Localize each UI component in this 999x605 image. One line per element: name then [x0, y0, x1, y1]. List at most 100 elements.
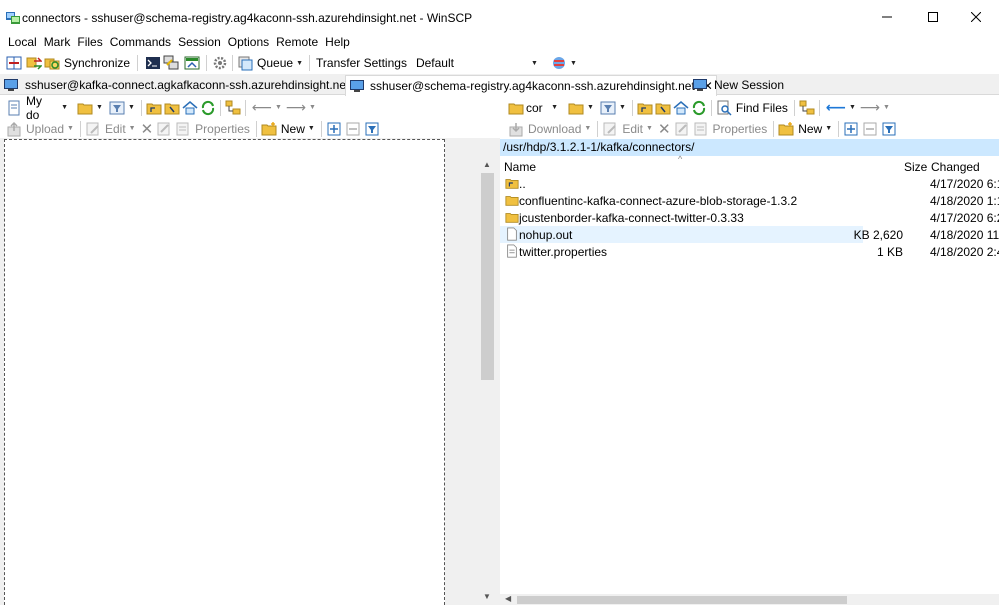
- edit-dropdown-caret[interactable]: ▼: [129, 125, 136, 132]
- putty-icon[interactable]: [163, 55, 179, 71]
- table-row[interactable]: jcustenborder-kafka-connect-twitter-0.3.…: [500, 209, 999, 226]
- edit-button[interactable]: Edit: [622, 122, 643, 136]
- filter-dropdown-caret[interactable]: ▼: [619, 104, 626, 111]
- table-row[interactable]: nohup.out: [500, 226, 863, 243]
- column-header-name[interactable]: Name: [504, 160, 536, 174]
- left-location-select[interactable]: My do ▼: [24, 94, 70, 122]
- tab-schema-registry-session[interactable]: sshuser@schema-registry.ag4kaconn-ssh.az…: [345, 75, 717, 96]
- back-arrow-icon[interactable]: ⟵: [252, 99, 272, 116]
- maximize-button[interactable]: [910, 0, 956, 34]
- edit-icon[interactable]: [602, 121, 618, 137]
- filter-icon[interactable]: [109, 100, 125, 116]
- new-button[interactable]: New: [798, 122, 822, 136]
- transfer-options-dropdown-caret[interactable]: ▼: [570, 60, 577, 67]
- edit-icon[interactable]: [85, 121, 101, 137]
- open-folder-icon[interactable]: [77, 100, 93, 116]
- download-button[interactable]: Download: [528, 122, 581, 136]
- tree-view-icon[interactable]: [225, 100, 241, 116]
- tree-view-icon[interactable]: [799, 100, 815, 116]
- forward-dropdown-caret[interactable]: ▼: [883, 104, 890, 111]
- new-folder-icon[interactable]: [778, 121, 794, 137]
- remote-scrollbar-thumb[interactable]: [517, 596, 847, 604]
- edit-button[interactable]: Edit: [105, 122, 126, 136]
- column-header-changed[interactable]: Changed: [931, 160, 980, 174]
- menu-local[interactable]: Local: [8, 35, 37, 49]
- back-arrow-icon[interactable]: ⟵: [826, 99, 846, 116]
- menu-commands[interactable]: Commands: [110, 35, 171, 49]
- scroll-up-icon[interactable]: ▲: [483, 160, 491, 169]
- filter-selection-icon[interactable]: [364, 121, 380, 137]
- refresh-icon[interactable]: [200, 100, 216, 116]
- compare-directories-icon[interactable]: [6, 55, 22, 71]
- preferences-gear-icon[interactable]: [212, 55, 228, 71]
- queue-dropdown-caret[interactable]: ▼: [296, 60, 303, 67]
- minimize-button[interactable]: [864, 0, 910, 34]
- column-header-size[interactable]: Size: [904, 160, 927, 174]
- right-location-select[interactable]: cor ▼: [524, 98, 560, 117]
- properties-icon[interactable]: [693, 121, 709, 137]
- menu-remote[interactable]: Remote: [276, 35, 318, 49]
- table-row[interactable]: twitter.properties 4/18/2020 2:4: [500, 243, 999, 260]
- menu-mark[interactable]: Mark: [44, 35, 71, 49]
- transfer-settings-select[interactable]: Default ▼: [410, 54, 543, 72]
- open-folder-dropdown-caret[interactable]: ▼: [96, 104, 103, 111]
- synchronize-button[interactable]: Synchronize: [64, 56, 130, 70]
- tab-new-session[interactable]: New Session: [692, 75, 784, 95]
- upload-icon[interactable]: [6, 121, 22, 137]
- menu-files[interactable]: Files: [77, 35, 102, 49]
- table-row[interactable]: .. 4/17/2020 6:1: [500, 175, 999, 192]
- properties-button[interactable]: Properties: [195, 122, 250, 136]
- home-icon[interactable]: [673, 100, 689, 116]
- queue-button[interactable]: Queue: [257, 56, 293, 70]
- upload-button[interactable]: Upload: [26, 122, 64, 136]
- filter-selection-icon[interactable]: [881, 121, 897, 137]
- table-row[interactable]: confluentinc-kafka-connect-azure-blob-st…: [500, 192, 999, 209]
- download-icon[interactable]: [508, 121, 524, 137]
- unselect-files-minus-icon[interactable]: [862, 121, 878, 137]
- properties-icon[interactable]: [175, 121, 191, 137]
- open-in-putty-icon[interactable]: [184, 55, 200, 71]
- scroll-left-icon[interactable]: ◀: [505, 594, 511, 603]
- console-icon[interactable]: [145, 55, 161, 71]
- new-folder-icon[interactable]: [261, 121, 277, 137]
- back-dropdown-caret[interactable]: ▼: [849, 104, 856, 111]
- tab-kafka-connect-session[interactable]: sshuser@kafka-connect.agkafkaconn-ssh.az…: [3, 75, 367, 95]
- forward-arrow-icon[interactable]: ⟶: [860, 99, 880, 116]
- refresh-icon[interactable]: [691, 100, 707, 116]
- scroll-down-icon[interactable]: ▼: [483, 592, 491, 601]
- close-window-button[interactable]: [953, 0, 999, 34]
- synchronize-icon[interactable]: [44, 55, 60, 71]
- local-file-list-overlay[interactable]: [4, 139, 445, 605]
- select-files-plus-icon[interactable]: [326, 121, 342, 137]
- parent-directory-icon[interactable]: [637, 100, 653, 116]
- remote-path-bar[interactable]: /usr/hdp/3.1.2.1-1/kafka/connectors/: [500, 139, 999, 156]
- new-dropdown-caret[interactable]: ▼: [308, 125, 315, 132]
- root-directory-icon[interactable]: [655, 100, 671, 116]
- filter-dropdown-caret[interactable]: ▼: [128, 104, 135, 111]
- menu-options[interactable]: Options: [228, 35, 269, 49]
- download-dropdown-caret[interactable]: ▼: [584, 125, 591, 132]
- find-files-icon[interactable]: [716, 100, 732, 116]
- delete-icon[interactable]: ✕: [141, 120, 154, 138]
- rename-icon[interactable]: [156, 121, 172, 137]
- open-folder-dropdown-caret[interactable]: ▼: [587, 104, 594, 111]
- forward-dropdown-caret[interactable]: ▼: [309, 104, 316, 111]
- back-dropdown-caret[interactable]: ▼: [275, 104, 282, 111]
- new-button[interactable]: New: [281, 122, 305, 136]
- edit-dropdown-caret[interactable]: ▼: [646, 125, 653, 132]
- menu-session[interactable]: Session: [178, 35, 221, 49]
- upload-dropdown-caret[interactable]: ▼: [67, 125, 74, 132]
- rename-icon[interactable]: [674, 121, 690, 137]
- menu-help[interactable]: Help: [325, 35, 350, 49]
- new-dropdown-caret[interactable]: ▼: [825, 125, 832, 132]
- find-files-button[interactable]: Find Files: [736, 101, 788, 115]
- forward-arrow-icon[interactable]: ⟶: [286, 99, 306, 116]
- synchronize-browsing-icon[interactable]: [26, 55, 42, 71]
- local-vertical-scrollbar[interactable]: ▲ ▼: [480, 158, 495, 605]
- open-folder-icon[interactable]: [568, 100, 584, 116]
- local-scrollbar-thumb[interactable]: [481, 173, 494, 380]
- delete-icon[interactable]: ✕: [658, 120, 671, 138]
- unselect-files-minus-icon[interactable]: [345, 121, 361, 137]
- parent-directory-icon[interactable]: [146, 100, 162, 116]
- queue-icon[interactable]: [237, 55, 253, 71]
